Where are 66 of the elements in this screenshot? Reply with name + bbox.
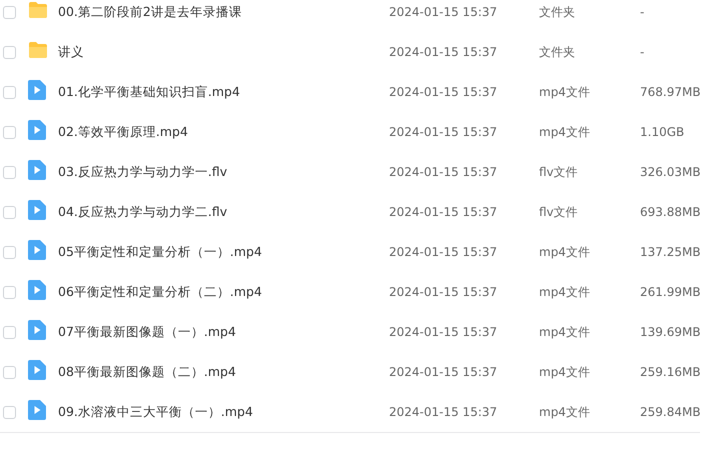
file-name[interactable]: 05平衡定性和定量分析（一）.mp4 xyxy=(58,244,389,260)
file-size: - xyxy=(640,5,646,19)
file-size: 768.97MB xyxy=(640,85,701,99)
file-size: 259.16MB xyxy=(640,365,701,379)
play-file-icon xyxy=(28,360,46,380)
file-size: 693.88MB xyxy=(640,205,701,219)
checkbox[interactable] xyxy=(3,406,16,418)
modified-date: 2024-01-15 15:37 xyxy=(389,165,498,179)
file-name[interactable]: 08平衡最新图像题（二）.mp4 xyxy=(58,364,389,380)
file-size: 137.25MB xyxy=(640,245,701,259)
checkbox[interactable] xyxy=(3,46,16,58)
file-size: 1.10GB xyxy=(640,125,686,139)
modified-date: 2024-01-15 15:37 xyxy=(389,245,498,259)
folder-icon xyxy=(28,41,48,59)
file-name[interactable]: 03.反应热力学与动力学一.flv xyxy=(58,164,389,180)
file-type: mp4文件 xyxy=(539,284,591,300)
modified-date: 2024-01-15 15:37 xyxy=(389,5,498,19)
play-file-icon xyxy=(28,120,46,140)
file-name[interactable]: 01.化学平衡基础知识扫盲.mp4 xyxy=(58,84,389,100)
modified-date: 2024-01-15 15:37 xyxy=(389,85,498,99)
file-type: mp4文件 xyxy=(539,244,591,260)
file-name[interactable]: 讲义 xyxy=(58,44,389,60)
modified-date: 2024-01-15 15:37 xyxy=(389,365,498,379)
file-type: flv文件 xyxy=(539,204,579,220)
file-type: mp4文件 xyxy=(539,404,591,420)
modified-date: 2024-01-15 15:37 xyxy=(389,325,498,339)
checkbox[interactable] xyxy=(3,366,16,378)
modified-date: 2024-01-15 15:37 xyxy=(389,125,498,139)
file-name[interactable]: 06平衡定性和定量分析（二）.mp4 xyxy=(58,284,389,300)
file-name[interactable]: 00.第二阶段前2讲是去年录播课 xyxy=(58,4,389,20)
checkbox[interactable] xyxy=(3,286,16,298)
file-type: mp4文件 xyxy=(539,364,591,380)
play-file-icon xyxy=(28,80,46,100)
modified-date: 2024-01-15 15:37 xyxy=(389,285,498,299)
file-type: 文件夹 xyxy=(539,44,576,60)
file-name[interactable]: 07平衡最新图像题（一）.mp4 xyxy=(58,324,389,340)
checkbox[interactable] xyxy=(3,166,16,178)
file-type: mp4文件 xyxy=(539,124,591,140)
file-size: 326.03MB xyxy=(640,165,701,179)
checkbox[interactable] xyxy=(3,246,16,258)
file-size: - xyxy=(640,45,646,59)
modified-date: 2024-01-15 15:37 xyxy=(389,405,498,419)
file-size: 139.69MB xyxy=(640,325,701,339)
folder-icon xyxy=(28,1,48,19)
file-name[interactable]: 04.反应热力学与动力学二.flv xyxy=(58,204,389,220)
modified-date: 2024-01-15 15:37 xyxy=(389,45,498,59)
checkbox[interactable] xyxy=(3,6,16,18)
modified-date: 2024-01-15 15:37 xyxy=(389,205,498,219)
play-file-icon xyxy=(28,240,46,260)
checkbox[interactable] xyxy=(3,326,16,338)
file-size: 259.84MB xyxy=(640,405,701,419)
play-file-icon xyxy=(28,200,46,220)
file-type: mp4文件 xyxy=(539,84,591,100)
file-type: mp4文件 xyxy=(539,324,591,340)
checkbox[interactable] xyxy=(3,126,16,138)
file-type: flv文件 xyxy=(539,164,579,180)
file-name[interactable]: 09.水溶液中三大平衡（一）.mp4 xyxy=(58,404,389,420)
checkbox[interactable] xyxy=(3,86,16,98)
file-name[interactable]: 02.等效平衡原理.mp4 xyxy=(58,124,389,140)
file-type: 文件夹 xyxy=(539,4,576,20)
play-file-icon xyxy=(28,280,46,300)
checkbox[interactable] xyxy=(3,206,16,218)
play-file-icon xyxy=(28,320,46,340)
play-file-icon xyxy=(28,400,46,420)
file-size: 261.99MB xyxy=(640,285,701,299)
play-file-icon xyxy=(28,160,46,180)
